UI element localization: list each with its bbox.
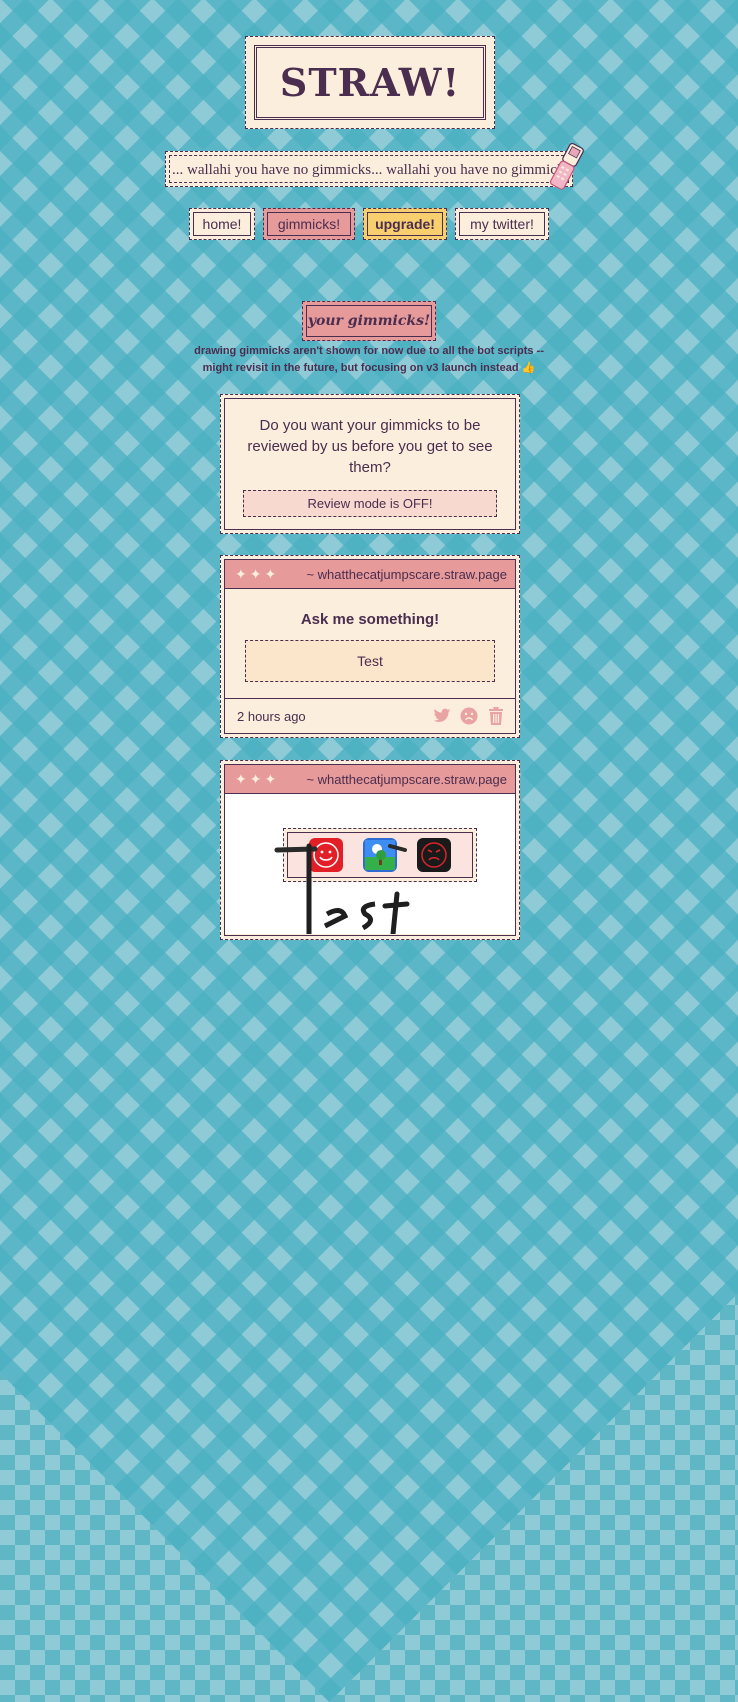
card-timestamp: 2 hours ago — [237, 708, 306, 724]
card-prompt: Ask me something! — [300, 611, 440, 628]
dark-face-icon — [417, 838, 451, 872]
marquee-banner: ... wallahi you have no gimmicks... wall… — [165, 151, 573, 187]
card-site-link[interactable]: ~ whatthecatjumpscare.straw.page — [306, 772, 507, 787]
frown-icon[interactable] — [460, 707, 478, 725]
notice-text: drawing gimmicks aren't shown for now du… — [180, 343, 558, 377]
section-title: your gimmicks! — [302, 301, 436, 341]
nav-upgrade-label: upgrade! — [367, 212, 443, 236]
card-header: ✦✦✦ ~ whatthecatjumpscare.straw.page — [225, 560, 515, 589]
red-smile-icon — [309, 838, 343, 872]
site-logo[interactable]: STRAW! — [245, 36, 495, 129]
card-stars: ✦✦✦ — [235, 770, 280, 787]
icon-strip — [283, 828, 477, 882]
nav-upgrade-button[interactable]: upgrade! — [363, 208, 447, 240]
notice-line-1: drawing gimmicks aren't shown for now du… — [194, 345, 544, 357]
logo-text: STRAW! — [279, 60, 461, 105]
card-site-link[interactable]: ~ whatthecatjumpscare.straw.page — [306, 567, 507, 582]
flip-phone-icon — [542, 141, 590, 193]
review-mode-panel: Do you want your gimmicks to be reviewed… — [220, 394, 520, 534]
gimmick-card: ✦✦✦ ~ whatthecatjumpscare.straw.page — [220, 760, 520, 940]
nav-home-button[interactable]: home! — [189, 208, 255, 240]
twitter-icon[interactable] — [433, 707, 451, 725]
nav-gimmicks-button[interactable]: gimmicks! — [263, 208, 355, 240]
card-answer: Test — [245, 640, 495, 682]
gimmick-card: ✦✦✦ ~ whatthecatjumpscare.straw.page Ask… — [220, 555, 520, 738]
card-header: ✦✦✦ ~ whatthecatjumpscare.straw.page — [225, 765, 515, 794]
drawing-canvas — [225, 794, 515, 934]
review-question: Do you want your gimmicks to be reviewed… — [247, 417, 493, 476]
landscape-icon — [363, 838, 397, 872]
card-stars: ✦✦✦ — [235, 565, 280, 582]
marquee-text: ... wallahi you have no gimmicks... wall… — [172, 162, 569, 178]
section-title-text: your gimmicks! — [306, 305, 432, 337]
card-footer: 2 hours ago — [225, 698, 515, 733]
nav-gimmicks-label: gimmicks! — [267, 212, 351, 236]
nav-twitter-label: my twitter! — [459, 212, 545, 236]
nav-home-label: home! — [193, 212, 251, 236]
review-mode-toggle[interactable]: Review mode is OFF! — [243, 490, 497, 517]
nav-twitter-button[interactable]: my twitter! — [455, 208, 549, 240]
trash-icon[interactable] — [487, 707, 505, 725]
notice-line-2: might revisit in the future, but focusin… — [202, 362, 536, 374]
